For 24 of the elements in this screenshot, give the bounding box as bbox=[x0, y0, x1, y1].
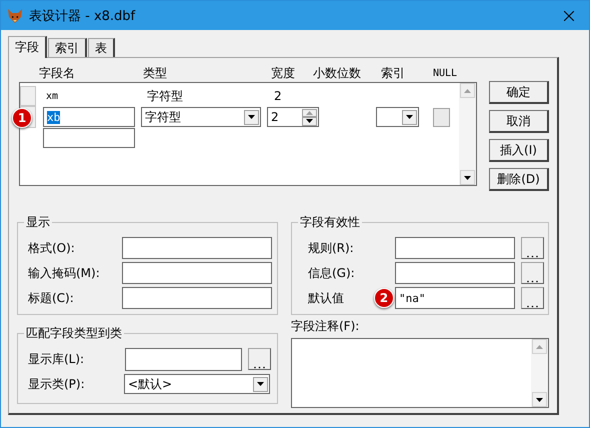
field-label: 规则(R): bbox=[308, 240, 354, 256]
field-label: 字段注释(F): bbox=[290, 318, 360, 335]
column-header: 类型 bbox=[143, 64, 168, 82]
column-header: 字段名 bbox=[39, 64, 76, 82]
field-label: 标题(C): bbox=[28, 290, 75, 306]
window-title: 表设计器 - x8.dbf bbox=[29, 8, 136, 24]
column-header: 小数位数 bbox=[313, 64, 362, 82]
column-header: 宽度 bbox=[271, 64, 296, 82]
table-cell-text: 字符型 bbox=[146, 88, 184, 104]
group-title: 显示 bbox=[25, 214, 51, 231]
group-title: 字段有效性 bbox=[298, 214, 361, 231]
column-header: 索引 bbox=[381, 64, 406, 82]
field-label: 格式(O): bbox=[28, 240, 76, 256]
field-label: 默认值 bbox=[308, 290, 344, 306]
annotation-badge: 2 bbox=[374, 288, 394, 308]
field-label: 显示库(L): bbox=[28, 350, 86, 368]
annotation-badge: 1 bbox=[12, 108, 32, 128]
table-cell-text: 2 bbox=[273, 89, 283, 103]
column-header: NULL bbox=[433, 68, 458, 78]
field-label: 显示类(P): bbox=[28, 376, 86, 392]
group-title: 匹配字段类型到类 bbox=[25, 325, 123, 342]
field-label: 输入掩码(M): bbox=[28, 264, 101, 282]
field-label: 信息(G): bbox=[308, 264, 355, 282]
table-cell-text: xm bbox=[45, 90, 60, 102]
